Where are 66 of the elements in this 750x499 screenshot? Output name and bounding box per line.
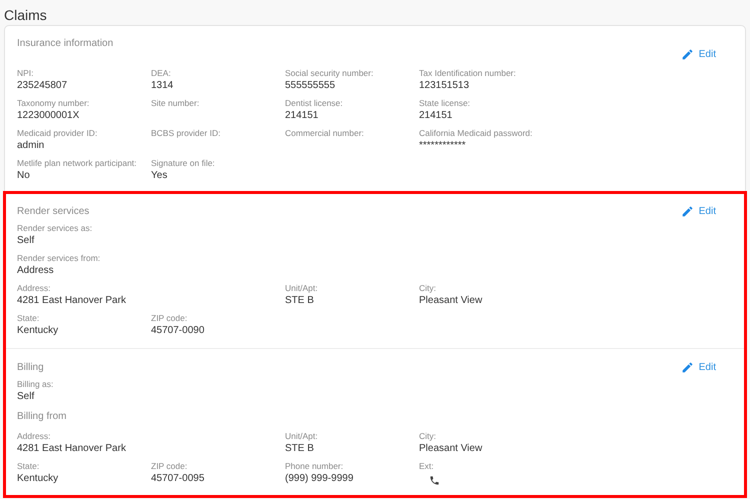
field-label: City: bbox=[419, 282, 437, 294]
page-title: Claims bbox=[3, 6, 48, 25]
field-label: Medicaid provider ID: bbox=[17, 127, 98, 139]
field-value: 4281 East Hanover Park bbox=[17, 294, 127, 308]
field-label: City: bbox=[419, 430, 437, 442]
field-label: Metlife plan network participant: bbox=[17, 157, 138, 169]
section-title: Billing bbox=[17, 362, 44, 373]
edit-button[interactable]: Edit bbox=[680, 205, 716, 218]
field-label: DEA: bbox=[151, 67, 172, 79]
field-value: Address bbox=[17, 264, 55, 278]
field-value: Pleasant View bbox=[419, 294, 484, 308]
field-value: Self bbox=[17, 390, 36, 404]
field-label: Unit/Apt: bbox=[285, 282, 319, 294]
field-value: No bbox=[17, 169, 31, 183]
field-value: 214151 bbox=[419, 109, 454, 123]
field-label: Site number: bbox=[151, 97, 200, 109]
field-label: BCBS provider ID: bbox=[151, 127, 222, 139]
field-label: Address: bbox=[17, 282, 52, 294]
field-label: Render services from: bbox=[17, 252, 102, 264]
field-label: Ext: bbox=[419, 460, 435, 472]
field-label: Taxonomy number: bbox=[17, 97, 90, 109]
field-label: Phone number: bbox=[285, 460, 344, 472]
field-label: Unit/Apt: bbox=[285, 430, 319, 442]
section-title: Render services bbox=[17, 206, 90, 217]
field-value: 214151 bbox=[285, 109, 320, 123]
field-label: NPI: bbox=[17, 67, 35, 79]
field-value: 235245807 bbox=[17, 79, 68, 93]
edit-button[interactable]: Edit bbox=[680, 361, 716, 374]
pencil-icon bbox=[680, 205, 694, 218]
subsection-heading: Billing from bbox=[17, 410, 68, 424]
edit-button[interactable]: Edit bbox=[680, 48, 716, 61]
field-label: ZIP code: bbox=[151, 460, 188, 472]
field-label: Render services as: bbox=[17, 222, 94, 234]
section-title: Insurance information bbox=[17, 38, 114, 49]
field-value: STE B bbox=[285, 294, 315, 308]
field-value: ************ bbox=[419, 139, 467, 153]
field-value: Self bbox=[17, 234, 36, 248]
field-label: Dentist license: bbox=[285, 97, 344, 109]
field-label: California Medicaid password: bbox=[419, 127, 534, 139]
pencil-icon bbox=[680, 48, 694, 61]
field-label: Social security number: bbox=[285, 67, 374, 79]
field-value: (999) 999-9999 bbox=[285, 472, 354, 486]
field-label: State license: bbox=[419, 97, 472, 109]
field-label: State: bbox=[17, 460, 40, 472]
field-label: Address: bbox=[17, 430, 52, 442]
field-value: Yes bbox=[151, 169, 168, 183]
field-value: admin bbox=[17, 139, 46, 153]
field-value: Pleasant View bbox=[419, 442, 484, 456]
pencil-icon bbox=[680, 361, 694, 374]
field-label: State: bbox=[17, 312, 40, 324]
field-value: STE B bbox=[285, 442, 315, 456]
field-value: Kentucky bbox=[17, 472, 60, 486]
field-label: ZIP code: bbox=[151, 312, 188, 324]
field-label: Billing as: bbox=[17, 378, 54, 390]
field-value: Kentucky bbox=[17, 324, 60, 338]
phone-icon bbox=[429, 475, 440, 486]
field-value: 1314 bbox=[151, 79, 174, 93]
field-value: 45707-0090 bbox=[151, 324, 206, 338]
field-label: Tax Identification number: bbox=[419, 67, 517, 79]
field-value: 45707-0095 bbox=[151, 472, 206, 486]
field-label: Signature on file: bbox=[151, 157, 216, 169]
field-value: 123151513 bbox=[419, 79, 470, 93]
field-value: 555555555 bbox=[285, 79, 336, 93]
field-value: 4281 East Hanover Park bbox=[17, 442, 127, 456]
field-label: Commercial number: bbox=[285, 127, 365, 139]
field-value: 1223000001X bbox=[17, 109, 80, 123]
